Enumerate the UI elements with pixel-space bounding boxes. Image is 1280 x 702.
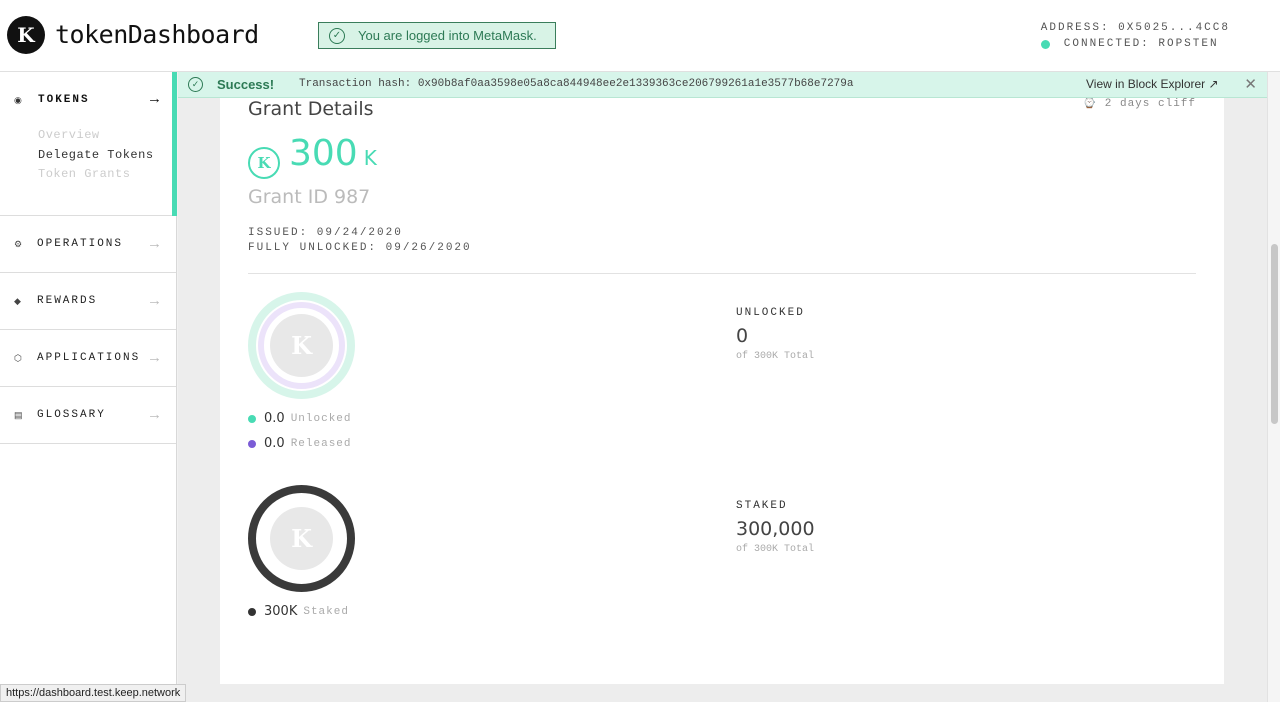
sidebar-item-label: OPERATIONS <box>37 238 124 250</box>
external-link-icon: ↗ <box>1208 77 1219 91</box>
arrow-right-icon: → <box>147 406 162 423</box>
legend-value: 0.0 <box>264 436 285 451</box>
account-info: ADDRESS: 0X5025...4CC8 CONNECTED: ROPSTE… <box>1040 22 1230 50</box>
stat-value: 0 <box>736 325 749 347</box>
submenu-token-grants[interactable]: Token Grants <box>38 167 176 187</box>
amount-unit: K <box>363 146 377 170</box>
issued-date: ISSUED: 09/24/2020 <box>248 227 403 239</box>
arrow-right-icon: → <box>147 349 162 366</box>
tokens-icon: ◉ <box>14 94 22 105</box>
success-banner: ✓ Success! Transaction hash: 0x90b8af0aa… <box>178 72 1267 98</box>
grant-dates: ISSUED: 09/24/2020 FULLY UNLOCKED: 09/26… <box>248 226 472 256</box>
sidebar-item-rewards[interactable]: ◆ REWARDS → <box>0 273 176 330</box>
stat-heading: UNLOCKED <box>736 307 805 319</box>
amount-value: 300 <box>289 133 358 174</box>
stat-subtext: of 300K Total <box>736 351 815 362</box>
sidebar-item-label: REWARDS <box>37 295 98 307</box>
stat-heading: STAKED <box>736 500 788 512</box>
divider <box>248 273 1196 274</box>
operations-icon: ⚙ <box>14 238 23 249</box>
header: K tokenDashboard ✓ You are logged into M… <box>0 0 1280 72</box>
sidebar-item-label: APPLICATIONS <box>37 352 141 364</box>
status-bar-url: https://dashboard.test.keep.network <box>0 684 187 702</box>
cliff-info: ⌚ 2 days cliff <box>1082 96 1196 110</box>
connected-dot-icon <box>1040 39 1050 49</box>
card-title: Grant Details <box>248 98 374 120</box>
success-title: Success! <box>217 77 275 92</box>
applications-icon: ⬡ <box>14 352 22 363</box>
sidebar-item-glossary[interactable]: ▤ GLOSSARY → <box>0 387 176 444</box>
grant-id: Grant ID 987 <box>248 186 371 208</box>
keep-logo-icon: K <box>270 314 333 377</box>
submenu-overview[interactable]: Overview <box>38 128 176 148</box>
transaction-hash: Transaction hash: 0x90b8af0aa3598e05a8ca… <box>299 78 854 90</box>
arrow-right-icon: → <box>147 292 162 309</box>
tokens-submenu: Overview Delegate Tokens Token Grants <box>0 128 176 187</box>
address-label: ADDRESS: 0X5025...4CC8 <box>1040 22 1230 34</box>
scrollbar-thumb[interactable] <box>1271 244 1278 424</box>
check-icon: ✓ <box>329 27 345 44</box>
legend-released: 0.0 Released <box>248 436 352 451</box>
sidebar-item-tokens[interactable]: ◉ TOKENS → <box>0 72 176 128</box>
sidebar: ◉ TOKENS → Overview Delegate Tokens Toke… <box>0 72 177 702</box>
block-explorer-label: View in Block Explorer <box>1086 77 1206 91</box>
main-content: Grant Details ⌚ 2 days cliff K 300 K Gra… <box>178 98 1267 702</box>
sidebar-item-label: TOKENS <box>38 94 90 106</box>
staked-stat: STAKED 300,000 of 300K Total <box>736 500 815 555</box>
scrollbar[interactable] <box>1267 72 1280 702</box>
legend-staked: 300K Staked <box>248 604 349 619</box>
stat-value: 300,000 <box>736 518 815 540</box>
keep-logo[interactable]: K <box>7 16 45 54</box>
legend-value: 0.0 <box>264 411 285 426</box>
legend-label: Released <box>290 437 352 450</box>
network-status: CONNECTED: ROPSTEN <box>1063 38 1219 50</box>
unlocked-dot-icon <box>248 414 256 423</box>
grant-amount: K 300 K <box>248 133 377 179</box>
glossary-icon: ▤ <box>14 409 23 420</box>
submenu-delegate-tokens[interactable]: Delegate Tokens <box>38 148 176 168</box>
arrow-right-icon: → <box>147 90 162 107</box>
unlocked-stat: UNLOCKED 0 of 300K Total <box>736 307 814 362</box>
check-icon: ✓ <box>188 77 203 92</box>
nav-tokens-section: ◉ TOKENS → Overview Delegate Tokens Toke… <box>0 72 177 216</box>
legend-unlocked: 0.0 Unlocked <box>248 411 352 426</box>
metamask-toast-text: You are logged into MetaMask. <box>358 28 537 43</box>
close-icon[interactable]: ✕ <box>1244 75 1257 93</box>
legend-label: Staked <box>303 605 349 618</box>
rewards-icon: ◆ <box>14 295 21 306</box>
keep-logo-icon: K <box>270 507 333 570</box>
sidebar-item-operations[interactable]: ⚙ OPERATIONS → <box>0 216 176 273</box>
block-explorer-link[interactable]: View in Block Explorer ↗ <box>1086 77 1219 91</box>
cliff-label: 2 days cliff <box>1104 98 1196 110</box>
clock-icon: ⌚ <box>1082 98 1098 110</box>
staked-dot-icon <box>248 607 256 616</box>
arrow-right-icon: → <box>147 235 162 252</box>
brand-name: tokenDashboard <box>55 20 259 49</box>
grant-details-card: Grant Details ⌚ 2 days cliff K 300 K Gra… <box>220 98 1224 684</box>
stat-subtext: of 300K Total <box>736 544 815 555</box>
legend-value: 300K <box>264 604 298 619</box>
keep-token-icon: K <box>248 147 280 179</box>
fully-unlocked-date: FULLY UNLOCKED: 09/26/2020 <box>248 242 472 254</box>
sidebar-item-label: GLOSSARY <box>37 409 106 421</box>
metamask-toast: ✓ You are logged into MetaMask. <box>318 22 556 49</box>
sidebar-item-applications[interactable]: ⬡ APPLICATIONS → <box>0 330 176 387</box>
legend-label: Unlocked <box>290 412 352 425</box>
released-dot-icon <box>248 439 256 448</box>
